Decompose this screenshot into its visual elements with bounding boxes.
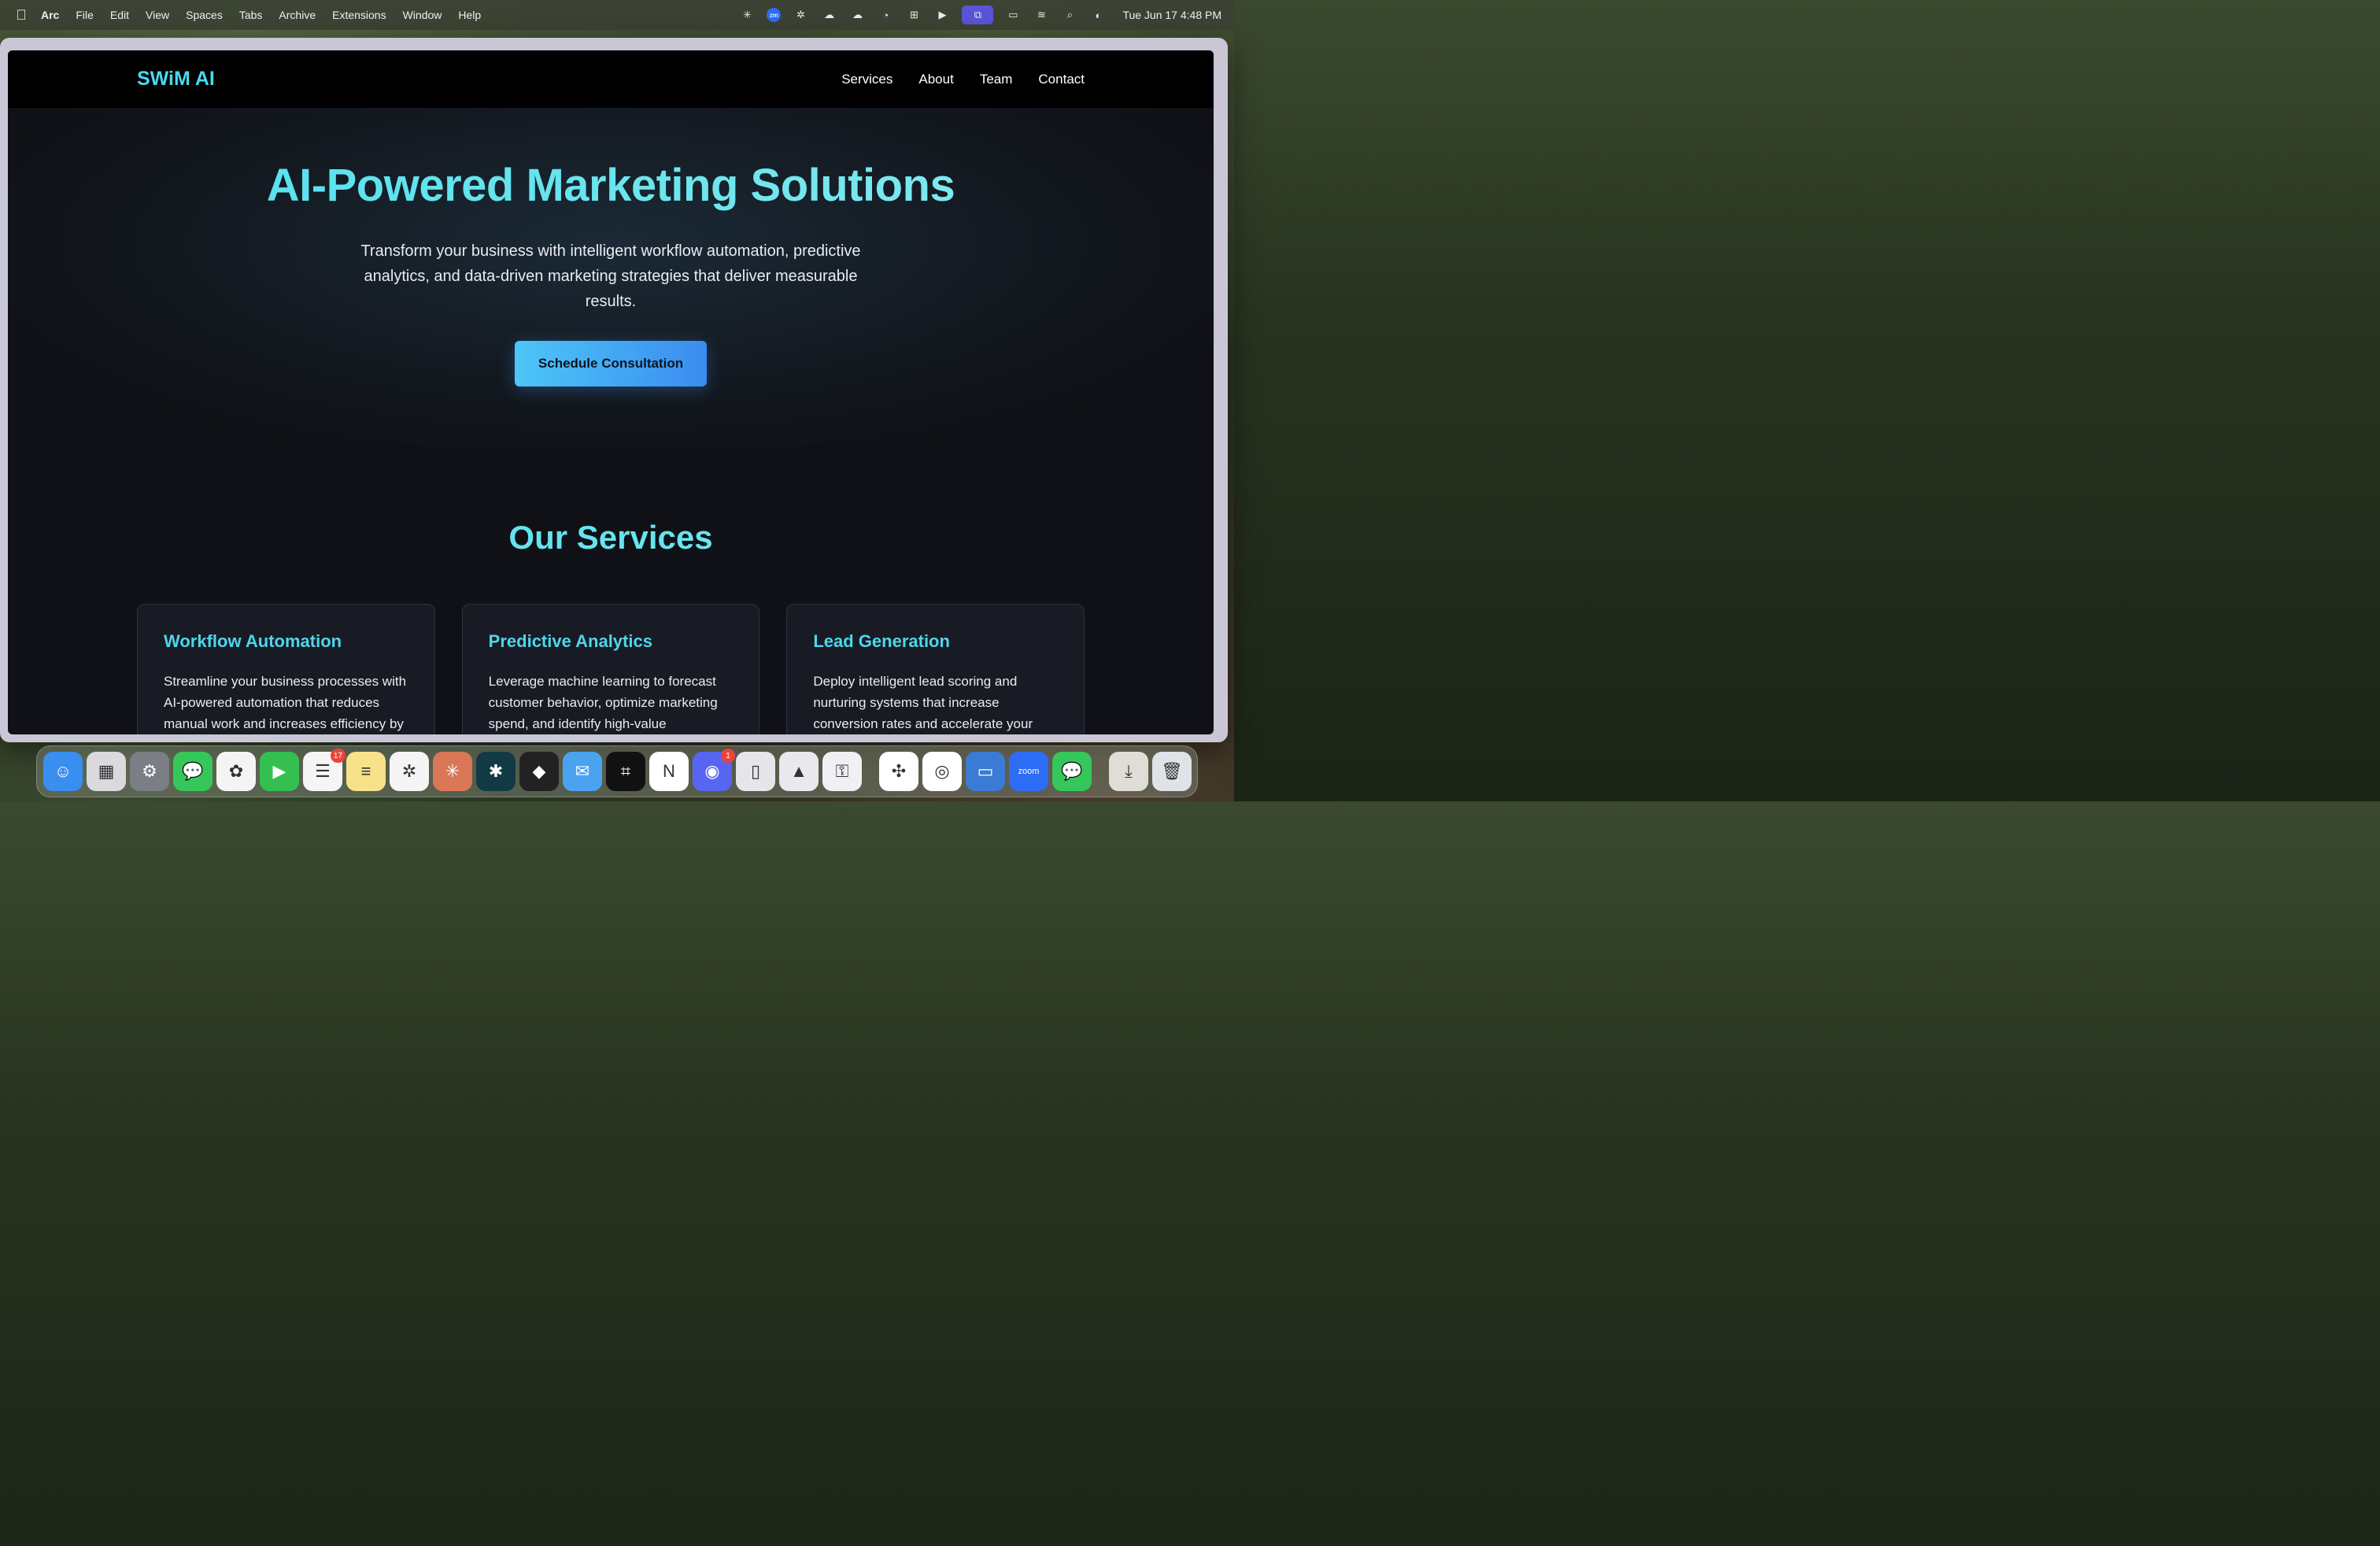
menu-window[interactable]: Window	[403, 9, 442, 21]
wifi-icon[interactable]: ≋	[1033, 8, 1050, 22]
photos-icon[interactable]: ✿	[216, 752, 256, 791]
battery-icon[interactable]: ▭	[1004, 8, 1022, 22]
menu-app-name[interactable]: Arc	[41, 9, 59, 21]
apple-menu-icon[interactable]: 	[13, 7, 30, 24]
service-card-title: Predictive Analytics	[488, 631, 652, 651]
zoom-status-icon[interactable]: zm	[767, 8, 782, 22]
airmail-icon[interactable]: ✉	[563, 752, 602, 791]
service-card-workflow: Workflow Automation Streamline your busi…	[137, 604, 435, 734]
nav-links: Services About Team Contact	[841, 72, 1085, 87]
play-icon[interactable]: ▶	[933, 8, 951, 22]
notion-icon[interactable]: N	[649, 752, 689, 791]
passwords-icon[interactable]: ⚿	[822, 752, 862, 791]
notification-badge: 1	[721, 749, 735, 763]
zoom-app-icon[interactable]: zoom	[1009, 752, 1048, 791]
service-card-analytics: Predictive Analytics Leverage machine le…	[461, 604, 760, 734]
status-area: ✳ zm ✲ ☁ ☁ ◔ ⊞ ▶ ⧉ ▭ ≋ ⌕ ◐ Tue Jun 17 4:…	[738, 6, 1221, 24]
system-settings-icon[interactable]: ⚙	[130, 752, 169, 791]
site-logo[interactable]: SWiM AI	[137, 68, 215, 91]
notification-badge: 17	[330, 749, 346, 763]
services-section: Our Services Workflow Automation Streaml…	[8, 446, 1214, 734]
screen-mirror-icon[interactable]: ⧉	[962, 6, 994, 24]
icloud-icon[interactable]: ☁	[820, 8, 837, 22]
menu-bar:  Arc File Edit View Spaces Tabs Archive…	[0, 0, 1234, 30]
menu-file[interactable]: File	[76, 9, 94, 21]
messages-alt-icon[interactable]: 💬	[1052, 752, 1092, 791]
hero-subtitle: Transform your business with intelligent…	[360, 242, 861, 310]
discord-icon[interactable]: ◉ 1	[693, 749, 735, 791]
menu-edit[interactable]: Edit	[110, 9, 129, 21]
affinity-icon[interactable]: ▲	[779, 752, 819, 791]
search-icon[interactable]: ⌕	[1061, 8, 1078, 22]
dock: ☺ ▦ ⚙ 💬 ✿ ▶ ☰ 17 ≡ ✲ ✳ ✱ ◆ ✉ ⌗ N ◉ 1 ▯ ▲ ⚿ ✣ ◎ ▭ zoom 💬 ⤓ 🗑	[36, 745, 1198, 797]
cloud-sync-icon[interactable]: ☁	[848, 8, 866, 22]
nav-services[interactable]: Services	[841, 72, 893, 87]
menu-spaces[interactable]: Spaces	[186, 9, 223, 21]
control-center-icon[interactable]: ◐	[1089, 8, 1107, 22]
reminders-icon[interactable]: ☰ 17	[303, 749, 346, 791]
grid-icon[interactable]: ⊞	[905, 8, 922, 22]
service-card-title: Lead Generation	[813, 631, 950, 651]
trash-icon[interactable]: 🗑	[1152, 752, 1192, 791]
finder-icon[interactable]: ☺	[43, 752, 83, 791]
service-card-text: Deploy intelligent lead scoring and nurt…	[813, 674, 1033, 731]
nav-contact[interactable]: Contact	[1038, 72, 1085, 87]
chrome-icon[interactable]: ◎	[922, 752, 962, 791]
display-icon[interactable]: ▭	[966, 752, 1005, 791]
nav-team[interactable]: Team	[980, 72, 1013, 87]
services-heading: Our Services	[8, 519, 1214, 557]
iphone-mirroring-icon[interactable]: ▯	[736, 752, 775, 791]
activity-icon[interactable]: ◔	[877, 8, 894, 22]
nav-about[interactable]: About	[918, 72, 953, 87]
menu-archive[interactable]: Archive	[279, 9, 316, 21]
service-card-text: Leverage machine learning to forecast cu…	[488, 674, 718, 731]
schedule-consultation-button[interactable]: Schedule Consultation	[515, 341, 707, 386]
launchpad-icon[interactable]: ▦	[87, 752, 126, 791]
perplexity-app-icon[interactable]: ✱	[476, 752, 516, 791]
facetime-icon[interactable]: ▶	[260, 752, 299, 791]
downloads-icon[interactable]: ⤓	[1109, 752, 1148, 791]
claude-icon[interactable]: ✳	[433, 752, 472, 791]
screenshot-icon[interactable]: ⌗	[606, 752, 645, 791]
menu-help[interactable]: Help	[458, 9, 481, 21]
browser-window: SWiM AI Services About Team Contact AI-P…	[0, 38, 1228, 742]
menu-clock[interactable]: Tue Jun 17 4:48 PM	[1122, 9, 1221, 21]
menu-view[interactable]: View	[146, 9, 169, 21]
chatgpt-icon[interactable]: ✲	[792, 8, 809, 22]
figma-icon[interactable]: ◆	[519, 752, 559, 791]
service-card-text: Streamline your business processes with …	[164, 674, 407, 731]
menu-extensions[interactable]: Extensions	[332, 9, 386, 21]
messages-icon[interactable]: 💬	[173, 752, 213, 791]
menu-tabs[interactable]: Tabs	[239, 9, 263, 21]
hero-title: AI-Powered Marketing Solutions	[8, 159, 1214, 212]
web-viewport: SWiM AI Services About Team Contact AI-P…	[8, 50, 1214, 734]
site-navbar: SWiM AI Services About Team Contact	[8, 50, 1214, 108]
slack-icon[interactable]: ✣	[879, 752, 918, 791]
service-card-title: Workflow Automation	[164, 631, 342, 651]
chatgpt-app-icon[interactable]: ✲	[390, 752, 429, 791]
perplexity-icon[interactable]: ✳	[738, 8, 756, 22]
hero-section: AI-Powered Marketing Solutions Transform…	[8, 108, 1214, 446]
notes-icon[interactable]: ≡	[346, 752, 386, 791]
service-card-leads: Lead Generation Deploy intelligent lead …	[786, 604, 1085, 734]
service-cards: Workflow Automation Streamline your busi…	[8, 557, 1214, 734]
